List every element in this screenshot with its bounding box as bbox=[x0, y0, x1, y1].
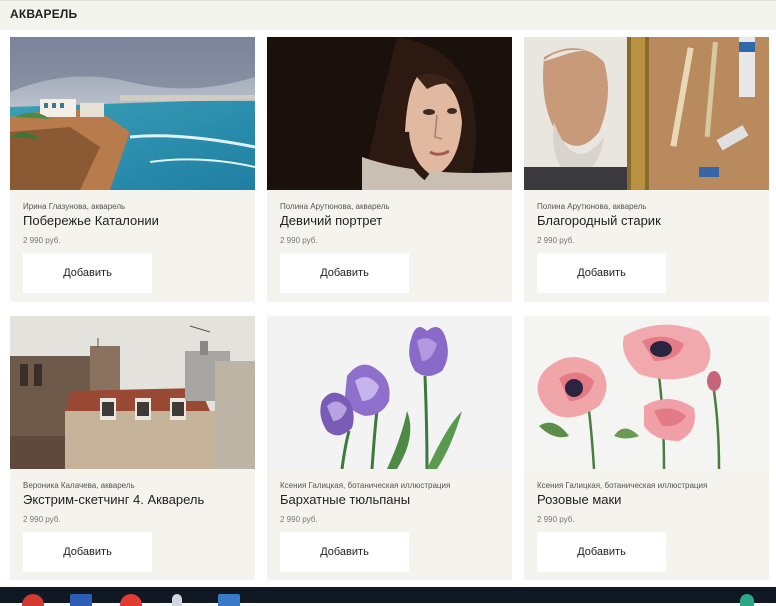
product-title[interactable]: Розовые маки bbox=[537, 492, 621, 507]
product-price: 2 990 руб. bbox=[280, 236, 318, 245]
product-author: Полина Арутюнова, акварель bbox=[280, 202, 390, 211]
add-button[interactable]: Добавить bbox=[23, 532, 152, 572]
product-card[interactable]: Ирина Глазунова, акварель Побережье Ката… bbox=[10, 37, 255, 302]
add-button[interactable]: Добавить bbox=[280, 532, 409, 572]
add-button[interactable]: Добавить bbox=[23, 253, 152, 293]
product-image-poppies[interactable] bbox=[524, 316, 769, 469]
product-title[interactable]: Экстрим-скетчинг 4. Акварель bbox=[23, 492, 204, 507]
mail-icon[interactable] bbox=[218, 594, 240, 606]
yandex-icon[interactable] bbox=[120, 594, 142, 606]
product-title[interactable]: Девичий портрет bbox=[280, 213, 382, 228]
product-author: Полина Арутюнова, акварель bbox=[537, 202, 647, 211]
user-icon[interactable] bbox=[172, 594, 182, 606]
chrome-icon[interactable] bbox=[22, 594, 44, 606]
product-author: Ксения Галицкая, ботаническая иллюстраци… bbox=[280, 481, 451, 490]
product-price: 2 990 руб. bbox=[537, 236, 575, 245]
product-price: 2 990 руб. bbox=[280, 515, 318, 524]
taskbar bbox=[0, 587, 776, 606]
product-image-portrait[interactable] bbox=[267, 37, 512, 190]
product-author: Ирина Глазунова, акварель bbox=[23, 202, 126, 211]
product-price: 2 990 руб. bbox=[23, 236, 61, 245]
product-image-rooftops[interactable] bbox=[10, 316, 255, 469]
product-title[interactable]: Бархатные тюльпаны bbox=[280, 492, 410, 507]
product-price: 2 990 руб. bbox=[23, 515, 61, 524]
add-button[interactable]: Добавить bbox=[537, 253, 666, 293]
product-card[interactable]: Вероника Калачева, акварель Экстрим-скет… bbox=[10, 316, 255, 580]
add-button[interactable]: Добавить bbox=[280, 253, 409, 293]
product-title[interactable]: Побережье Каталонии bbox=[23, 213, 159, 228]
product-author: Вероника Калачева, акварель bbox=[23, 481, 135, 490]
product-card[interactable]: Ксения Галицкая, ботаническая иллюстраци… bbox=[267, 316, 512, 580]
product-image-tulips[interactable] bbox=[267, 316, 512, 469]
product-card[interactable]: Полина Арутюнова, акварель Благородный с… bbox=[524, 37, 769, 302]
product-title[interactable]: Благородный старик bbox=[537, 213, 661, 228]
word-icon[interactable] bbox=[70, 594, 92, 606]
product-card[interactable]: Полина Арутюнова, акварель Девичий портр… bbox=[267, 37, 512, 302]
section-title: АКВАРЕЛЬ bbox=[10, 7, 78, 21]
product-card[interactable]: Ксения Галицкая, ботаническая иллюстраци… bbox=[524, 316, 769, 580]
tray-icon[interactable] bbox=[740, 594, 754, 606]
product-price: 2 990 руб. bbox=[537, 515, 575, 524]
add-button[interactable]: Добавить bbox=[537, 532, 666, 572]
product-image-coast[interactable] bbox=[10, 37, 255, 190]
section-header: АКВАРЕЛЬ bbox=[0, 0, 776, 30]
product-image-old-man[interactable] bbox=[524, 37, 769, 190]
product-author: Ксения Галицкая, ботаническая иллюстраци… bbox=[537, 481, 708, 490]
